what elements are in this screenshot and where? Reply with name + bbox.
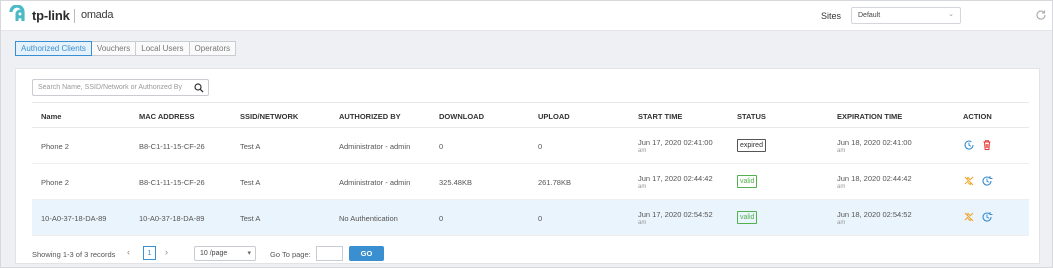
tab-local-users[interactable]: Local Users	[135, 41, 190, 56]
col-mac: MAC ADDRESS	[139, 112, 195, 121]
refresh-icon[interactable]	[1035, 9, 1047, 21]
client-upload: 261.78KB	[538, 178, 571, 187]
prev-page-button[interactable]: ‹	[127, 247, 130, 257]
client-mac: B8-C1-11-15-CF-26	[139, 142, 205, 151]
col-upload: UPLOAD	[538, 112, 570, 121]
client-ssid: Test A	[240, 214, 261, 223]
client-start-time: Jun 17, 2020 02:44:42 am	[638, 174, 713, 192]
tab-authorized-clients[interactable]: Authorized Clients	[15, 41, 92, 56]
client-name: Phone 2	[41, 178, 69, 187]
search-placeholder: Search Name, SSID/Network or Authorized …	[38, 84, 182, 91]
col-expiration-time: EXPIRATION TIME	[837, 112, 903, 121]
col-ssid: SSID/NETWORK	[240, 112, 299, 121]
table-header: Name MAC ADDRESS SSID/NETWORK AUTHORIZED…	[32, 102, 1029, 128]
unauthorize-icon[interactable]	[963, 175, 975, 187]
client-authorized-by: Administrator - admin	[339, 142, 411, 151]
records-summary: Showing 1-3 of 3 records	[32, 250, 116, 259]
col-start-time: START TIME	[638, 112, 683, 121]
client-expiration-time: Jun 18, 2020 02:54:52 am	[837, 210, 912, 228]
top-header: tp-link omada Sites Default ⌄	[1, 1, 1052, 31]
client-authorized-by: No Authentication	[339, 214, 398, 223]
expiration-time-value: Jun 18, 2020 02:41:00	[837, 138, 912, 147]
status-badge: valid	[737, 175, 758, 188]
expiration-time-ampm: am	[837, 220, 846, 226]
site-label: Sites	[821, 11, 842, 21]
tp-link-logo-icon	[9, 5, 25, 21]
tab-operators[interactable]: Operators	[188, 41, 237, 56]
go-button[interactable]: GO	[349, 246, 384, 261]
unauthorize-icon[interactable]	[963, 211, 975, 223]
client-download: 325.48KB	[439, 178, 472, 187]
page-size-value: 10 /page	[200, 250, 228, 257]
logo-divider	[74, 9, 75, 23]
start-time-ampm: am	[638, 220, 647, 226]
client-authorized-by: Administrator - admin	[339, 178, 411, 187]
start-time-value: Jun 17, 2020 02:44:42	[638, 174, 713, 183]
page-size-select[interactable]: 10 /page ▾	[194, 246, 256, 261]
client-upload: 0	[538, 214, 543, 223]
refresh-icon[interactable]	[963, 139, 975, 151]
brand-logo-text: tp-link	[32, 8, 70, 23]
client-start-time: Jun 17, 2020 02:41:00 am	[638, 138, 713, 156]
client-ssid: Test A	[240, 178, 261, 187]
status-badge: expired	[737, 139, 766, 152]
tab-vouchers[interactable]: Vouchers	[90, 41, 137, 56]
site-select-value: Default	[858, 12, 881, 19]
product-logo-text: omada	[81, 9, 114, 21]
start-time-value: Jun 17, 2020 02:41:00	[638, 138, 713, 147]
search-input[interactable]: Search Name, SSID/Network or Authorized …	[32, 79, 209, 96]
expiration-time-ampm: am	[837, 148, 846, 154]
tab-bar: Authorized Clients Vouchers Local Users …	[15, 41, 237, 56]
site-select[interactable]: Default ⌄	[851, 7, 961, 24]
chevron-down-icon: ▾	[247, 250, 251, 257]
client-upload: 0	[538, 142, 543, 151]
extend-icon[interactable]	[981, 211, 993, 223]
col-authorized-by: AUTHORIZED BY	[339, 112, 401, 121]
clients-table: Name MAC ADDRESS SSID/NETWORK AUTHORIZED…	[32, 102, 1029, 236]
table-row[interactable]: Phone 2 B8-C1-11-15-CF-26 Test A Adminis…	[32, 164, 1029, 200]
search-icon[interactable]	[194, 83, 204, 93]
expiration-time-value: Jun 18, 2020 02:44:42	[837, 174, 912, 183]
col-name: Name	[41, 112, 62, 121]
start-time-ampm: am	[638, 148, 647, 154]
client-mac: 10-A0-37-18-DA-89	[139, 214, 205, 223]
goto-page-label: Go To page:	[270, 250, 311, 259]
delete-icon[interactable]	[981, 139, 993, 151]
client-start-time: Jun 17, 2020 02:54:52 am	[638, 210, 713, 228]
client-expiration-time: Jun 18, 2020 02:41:00 am	[837, 138, 912, 156]
next-page-button[interactable]: ›	[165, 247, 168, 257]
col-download: DOWNLOAD	[439, 112, 484, 121]
col-action: ACTION	[963, 112, 992, 121]
clients-panel: Search Name, SSID/Network or Authorized …	[15, 68, 1040, 264]
client-download: 0	[439, 142, 444, 151]
page-number-button[interactable]: 1	[143, 246, 156, 260]
goto-page-input[interactable]	[316, 246, 343, 261]
client-ssid: Test A	[240, 142, 261, 151]
col-status: STATUS	[737, 112, 766, 121]
table-row[interactable]: 10-A0-37-18-DA-89 10-A0-37-18-DA-89 Test…	[32, 200, 1029, 236]
start-time-value: Jun 17, 2020 02:54:52	[638, 210, 713, 219]
start-time-ampm: am	[638, 184, 647, 190]
expiration-time-value: Jun 18, 2020 02:54:52	[837, 210, 912, 219]
status-badge: valid	[737, 211, 758, 224]
table-row[interactable]: Phone 2 B8-C1-11-15-CF-26 Test A Adminis…	[32, 128, 1029, 164]
client-name: Phone 2	[41, 142, 69, 151]
client-mac: B8-C1-11-15-CF-26	[139, 178, 205, 187]
expiration-time-ampm: am	[837, 184, 846, 190]
chevron-down-icon: ⌄	[948, 11, 954, 18]
app-window: tp-link omada Sites Default ⌄ Authorized…	[0, 0, 1053, 268]
client-download: 0	[439, 214, 444, 223]
extend-icon[interactable]	[981, 175, 993, 187]
client-name: 10-A0-37-18-DA-89	[41, 214, 107, 223]
client-expiration-time: Jun 18, 2020 02:44:42 am	[837, 174, 912, 192]
